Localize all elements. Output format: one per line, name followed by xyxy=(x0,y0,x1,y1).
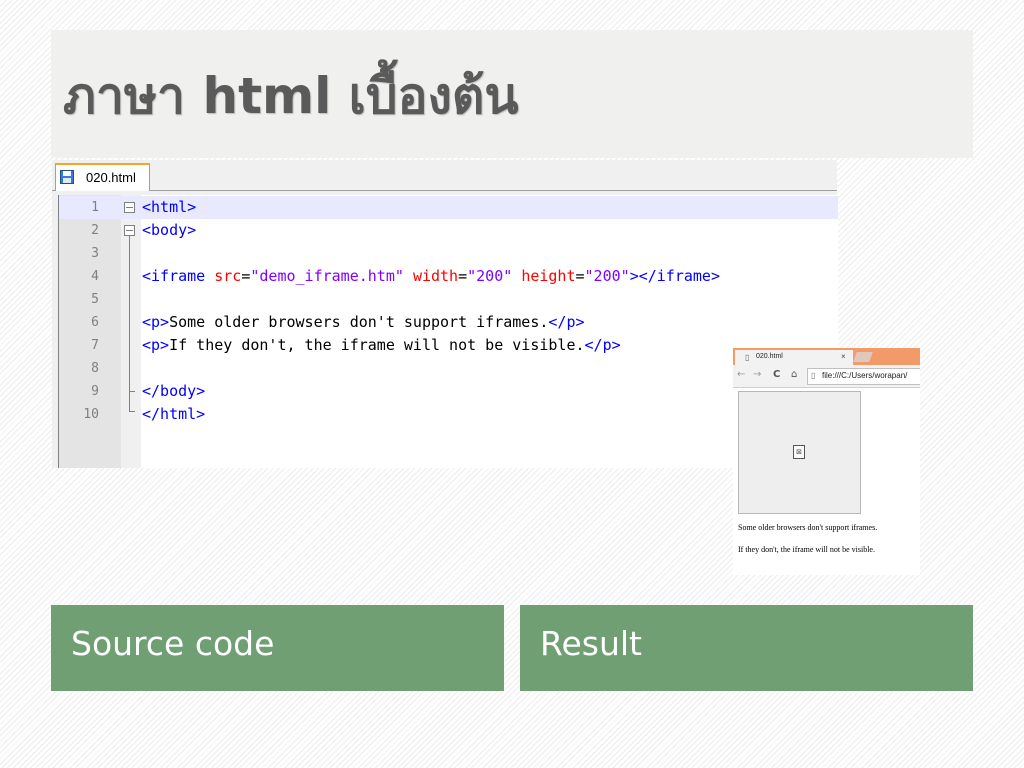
code-token: Some older browsers don't support iframe… xyxy=(169,313,549,331)
line-number: 6 xyxy=(91,315,99,330)
code-line: 6 <p>Some older browsers don't support if… xyxy=(59,311,838,334)
caption-result-label: Result xyxy=(540,624,642,663)
code-editor-screenshot: 020.html 1 <html> 2 <body> 3 4 <iframe src = "de… xyxy=(52,160,838,468)
code-line-text: </body> xyxy=(142,380,205,403)
code-token: </body> xyxy=(142,382,206,400)
floppy-disk-icon xyxy=(60,170,74,184)
browser-result-screenshot: ▯ 020.html × ← → C ⌂ ▯ file:///C:/Users/… xyxy=(733,348,920,575)
line-number: 3 xyxy=(91,246,99,261)
code-token: </html> xyxy=(142,405,206,423)
line-number: 8 xyxy=(91,361,99,376)
page-icon: ▯ xyxy=(811,371,816,380)
editor-body[interactable]: 1 <html> 2 <body> 3 4 <iframe src = "demo_iframe… xyxy=(58,195,838,468)
code-line-text: </html> xyxy=(142,403,205,426)
address-bar-url: file:///C:/Users/worapan/ xyxy=(822,371,908,380)
caption-source-code-label: Source code xyxy=(71,624,275,663)
fold-end-html xyxy=(129,411,135,412)
code-token: <html> xyxy=(142,198,197,216)
code-line: 10 </html> xyxy=(59,403,838,426)
code-token: = xyxy=(458,267,468,285)
address-bar[interactable]: ▯ file:///C:/Users/worapan/ xyxy=(807,368,920,385)
caption-result: Result xyxy=(520,605,973,691)
code-line: 8 xyxy=(59,357,838,380)
result-paragraph-2: If they don't, the iframe will not be vi… xyxy=(738,545,875,554)
editor-tab-label: 020.html xyxy=(86,170,136,185)
browser-tab-title: 020.html xyxy=(756,353,783,360)
arrow-left-icon[interactable]: ← xyxy=(737,369,745,380)
reload-icon[interactable]: C xyxy=(773,369,780,380)
code-line-text: <body> xyxy=(142,219,196,242)
code-line-text: <p>If they don't, the iframe will not be… xyxy=(142,334,621,357)
code-line: 4 <iframe src="demo_iframe.htm" width="20… xyxy=(59,265,838,288)
slide-title-bar: ภาษา html เบื้องต้น xyxy=(51,30,973,158)
caption-source-code: Source code xyxy=(51,605,504,691)
iframe-frame: ⊠ xyxy=(738,391,861,514)
close-icon[interactable]: × xyxy=(841,352,846,361)
code-token: <p> xyxy=(142,336,170,354)
code-token: <p> xyxy=(142,313,170,331)
code-token: <iframe xyxy=(142,267,215,285)
code-token: = xyxy=(575,267,585,285)
fold-guide-line xyxy=(129,236,130,411)
code-line-text: <html> xyxy=(142,196,196,219)
broken-image-icon: ⊠ xyxy=(793,445,805,459)
fold-toggle-html[interactable] xyxy=(124,202,135,213)
line-number: 9 xyxy=(91,384,99,399)
code-token: height xyxy=(521,267,576,285)
code-line: 5 xyxy=(59,288,838,311)
code-token: </p> xyxy=(584,336,621,354)
code-token: src xyxy=(214,267,242,285)
browser-tab-strip: ▯ 020.html × xyxy=(733,348,920,365)
fold-end-body xyxy=(129,391,135,392)
code-token: width xyxy=(412,267,459,285)
browser-toolbar: ← → C ⌂ ▯ file:///C:/Users/worapan/ xyxy=(733,365,920,388)
page-icon: ▯ xyxy=(745,353,750,362)
line-number: 10 xyxy=(83,407,99,422)
code-token: </p> xyxy=(548,313,585,331)
code-line-text: <p>Some older browsers don't support ifr… xyxy=(142,311,585,334)
line-number: 4 xyxy=(91,269,99,284)
code-line: 1 <html> xyxy=(59,196,838,219)
editor-tab-bar: 020.html xyxy=(52,160,837,191)
code-line: 3 xyxy=(59,242,838,265)
fold-toggle-body[interactable] xyxy=(124,225,135,236)
line-number: 2 xyxy=(91,223,99,238)
line-number: 1 xyxy=(91,200,99,215)
code-line: 9 </body> xyxy=(59,380,838,403)
code-line-text: <iframe src="demo_iframe.htm" width="200… xyxy=(142,265,720,288)
browser-tab[interactable]: ▯ 020.html × xyxy=(735,350,853,365)
home-icon[interactable]: ⌂ xyxy=(791,369,797,380)
code-token: "200" xyxy=(467,267,513,285)
new-tab-button[interactable] xyxy=(853,352,873,362)
result-paragraph-1: Some older browsers don't support iframe… xyxy=(738,523,878,532)
editor-file-tab[interactable]: 020.html xyxy=(55,163,150,191)
line-number: 5 xyxy=(91,292,99,307)
arrow-right-icon[interactable]: → xyxy=(753,369,761,380)
code-token: <body> xyxy=(142,221,197,239)
slide-title: ภาษา html เบื้องต้น xyxy=(63,67,519,125)
code-token: If they don't, the iframe will not be vi… xyxy=(169,336,585,354)
line-number: 7 xyxy=(91,338,99,353)
code-token: "200" xyxy=(584,267,630,285)
code-line: 7 <p>If they don't, the iframe will not b… xyxy=(59,334,838,357)
code-line: 2 <body> xyxy=(59,219,838,242)
code-token: ></iframe> xyxy=(629,267,720,285)
code-token: "demo_iframe.htm" xyxy=(250,267,404,285)
